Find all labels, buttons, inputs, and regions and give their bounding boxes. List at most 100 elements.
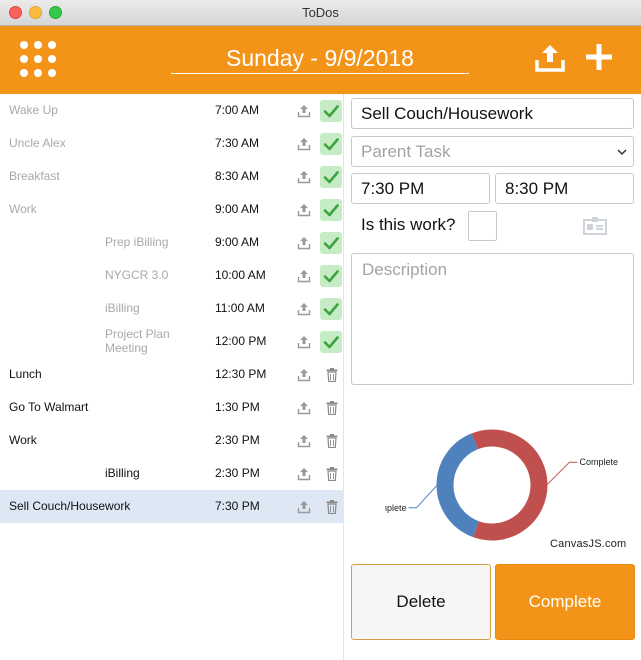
upload-icon[interactable] <box>297 368 311 382</box>
task-row[interactable]: Work 9:00 AM <box>0 193 344 226</box>
task-time: 7:30 PM <box>215 499 260 513</box>
upload-icon[interactable] <box>533 42 567 74</box>
grid-dot <box>20 55 28 63</box>
chart-leader-line <box>547 461 578 485</box>
task-time: 7:30 AM <box>215 136 260 150</box>
task-row[interactable]: Prep iBilling 9:00 AM <box>0 226 344 259</box>
chart-credit[interactable]: CanvasJS.com <box>550 538 626 550</box>
upload-icon[interactable] <box>297 203 311 217</box>
trash-icon[interactable] <box>326 467 338 481</box>
date-underline <box>171 73 469 74</box>
trash-icon[interactable] <box>326 368 338 382</box>
upload-icon[interactable] <box>297 269 311 283</box>
task-row[interactable]: Lunch 12:30 PM <box>0 358 344 391</box>
task-detail-panel: Sell Couch/Housework Parent Task 7:30 PM… <box>345 94 641 660</box>
upload-icon[interactable] <box>297 467 311 481</box>
task-time: 7:00 AM <box>215 103 260 117</box>
checkmark-icon[interactable] <box>320 166 342 188</box>
task-row[interactable]: Project Plan Meeting 12:00 PM <box>0 325 344 358</box>
task-row[interactable]: Sell Couch/Housework 7:30 PM <box>0 490 344 523</box>
checkmark-icon[interactable] <box>320 100 342 122</box>
task-row[interactable]: Work 2:30 PM <box>0 424 344 457</box>
upload-icon[interactable] <box>297 401 311 415</box>
checkmark-icon[interactable] <box>320 331 342 353</box>
task-row[interactable]: NYGCR 3.0 10:00 AM <box>0 259 344 292</box>
task-time: 2:30 PM <box>215 433 260 447</box>
parent-task-select[interactable]: Parent Task <box>351 136 634 167</box>
task-name: Uncle Alex <box>9 136 66 150</box>
upload-icon[interactable] <box>297 236 311 250</box>
start-time-input[interactable]: 7:30 PM <box>351 173 490 204</box>
task-name: Work <box>9 433 37 447</box>
task-time: 2:30 PM <box>215 466 260 480</box>
task-row[interactable]: iBilling 11:00 AM <box>0 292 344 325</box>
task-name-input[interactable]: Sell Couch/Housework <box>351 98 634 129</box>
grid-dot <box>34 55 42 63</box>
task-name: Prep iBilling <box>105 235 169 249</box>
end-time-input[interactable]: 8:30 PM <box>495 173 634 204</box>
trash-icon[interactable] <box>326 401 338 415</box>
task-row[interactable]: Go To Walmart 1:30 PM <box>0 391 344 424</box>
upload-icon[interactable] <box>297 335 311 349</box>
task-name: Sell Couch/Housework <box>9 499 131 513</box>
complete-button[interactable]: Complete <box>495 564 635 640</box>
chart-slice-complete <box>471 429 548 541</box>
grid-dot <box>48 55 56 63</box>
task-name: Project Plan Meeting <box>105 327 170 355</box>
id-card-icon[interactable] <box>583 216 607 236</box>
date-title[interactable]: Sunday - 9/9/2018 <box>171 45 469 72</box>
task-name: Wake Up <box>9 103 58 117</box>
checkmark-icon[interactable] <box>320 298 342 320</box>
task-name: Work <box>9 202 37 216</box>
chart-label-complete: Complete <box>579 457 618 467</box>
completion-doughnut-chart: Complete Incomplete <box>385 429 618 541</box>
window-title: ToDos <box>302 5 339 20</box>
upload-icon[interactable] <box>297 434 311 448</box>
trash-icon[interactable] <box>326 500 338 514</box>
app-header: Sunday - 9/9/2018 <box>0 26 641 94</box>
description-input[interactable]: Description <box>351 253 634 385</box>
checkmark-icon[interactable] <box>320 133 342 155</box>
trash-icon[interactable] <box>326 434 338 448</box>
task-row[interactable]: iBilling 2:30 PM <box>0 457 344 490</box>
task-row[interactable]: Breakfast 8:30 AM <box>0 160 344 193</box>
work-checkbox[interactable] <box>468 211 497 241</box>
app-window: ToDos Sunday - 9/9/2018 Wake Up 7:00 AM Un… <box>0 0 641 660</box>
task-name: iBilling <box>105 301 140 315</box>
task-time: 1:30 PM <box>215 400 260 414</box>
task-time: 9:00 AM <box>215 235 260 249</box>
grid-dot <box>34 41 42 49</box>
grid-dot <box>48 41 56 49</box>
chart-label-incomplete: Incomplete <box>385 503 407 513</box>
chart-leader-line <box>408 485 437 509</box>
upload-icon[interactable] <box>297 500 311 514</box>
upload-icon[interactable] <box>297 302 311 316</box>
task-name: Breakfast <box>9 169 60 183</box>
task-row[interactable]: Uncle Alex 7:30 AM <box>0 127 344 160</box>
title-bar: ToDos <box>0 0 641 26</box>
grid-dot <box>20 41 28 49</box>
task-name: Lunch <box>9 367 42 381</box>
upload-icon[interactable] <box>297 170 311 184</box>
task-name: Go To Walmart <box>9 400 89 414</box>
chevron-down-icon <box>617 149 627 156</box>
task-time: 9:00 AM <box>215 202 260 216</box>
grid-dots-icon[interactable] <box>19 40 57 78</box>
upload-icon[interactable] <box>297 137 311 151</box>
task-time: 11:00 AM <box>215 301 265 315</box>
task-time: 12:00 PM <box>215 334 267 348</box>
grid-dot <box>48 69 56 77</box>
task-time: 8:30 AM <box>215 169 260 183</box>
checkmark-icon[interactable] <box>320 199 342 221</box>
task-row[interactable]: Wake Up 7:00 AM <box>0 94 344 127</box>
work-label: Is this work? <box>361 215 456 234</box>
checkmark-icon[interactable] <box>320 265 342 287</box>
task-name: iBilling <box>105 466 140 480</box>
delete-button[interactable]: Delete <box>351 564 491 640</box>
grid-dot <box>34 69 42 77</box>
parent-task-placeholder: Parent Task <box>361 142 451 161</box>
upload-icon[interactable] <box>297 104 311 118</box>
checkmark-icon[interactable] <box>320 232 342 254</box>
plus-icon[interactable] <box>584 42 614 72</box>
task-time: 10:00 AM <box>215 268 266 282</box>
